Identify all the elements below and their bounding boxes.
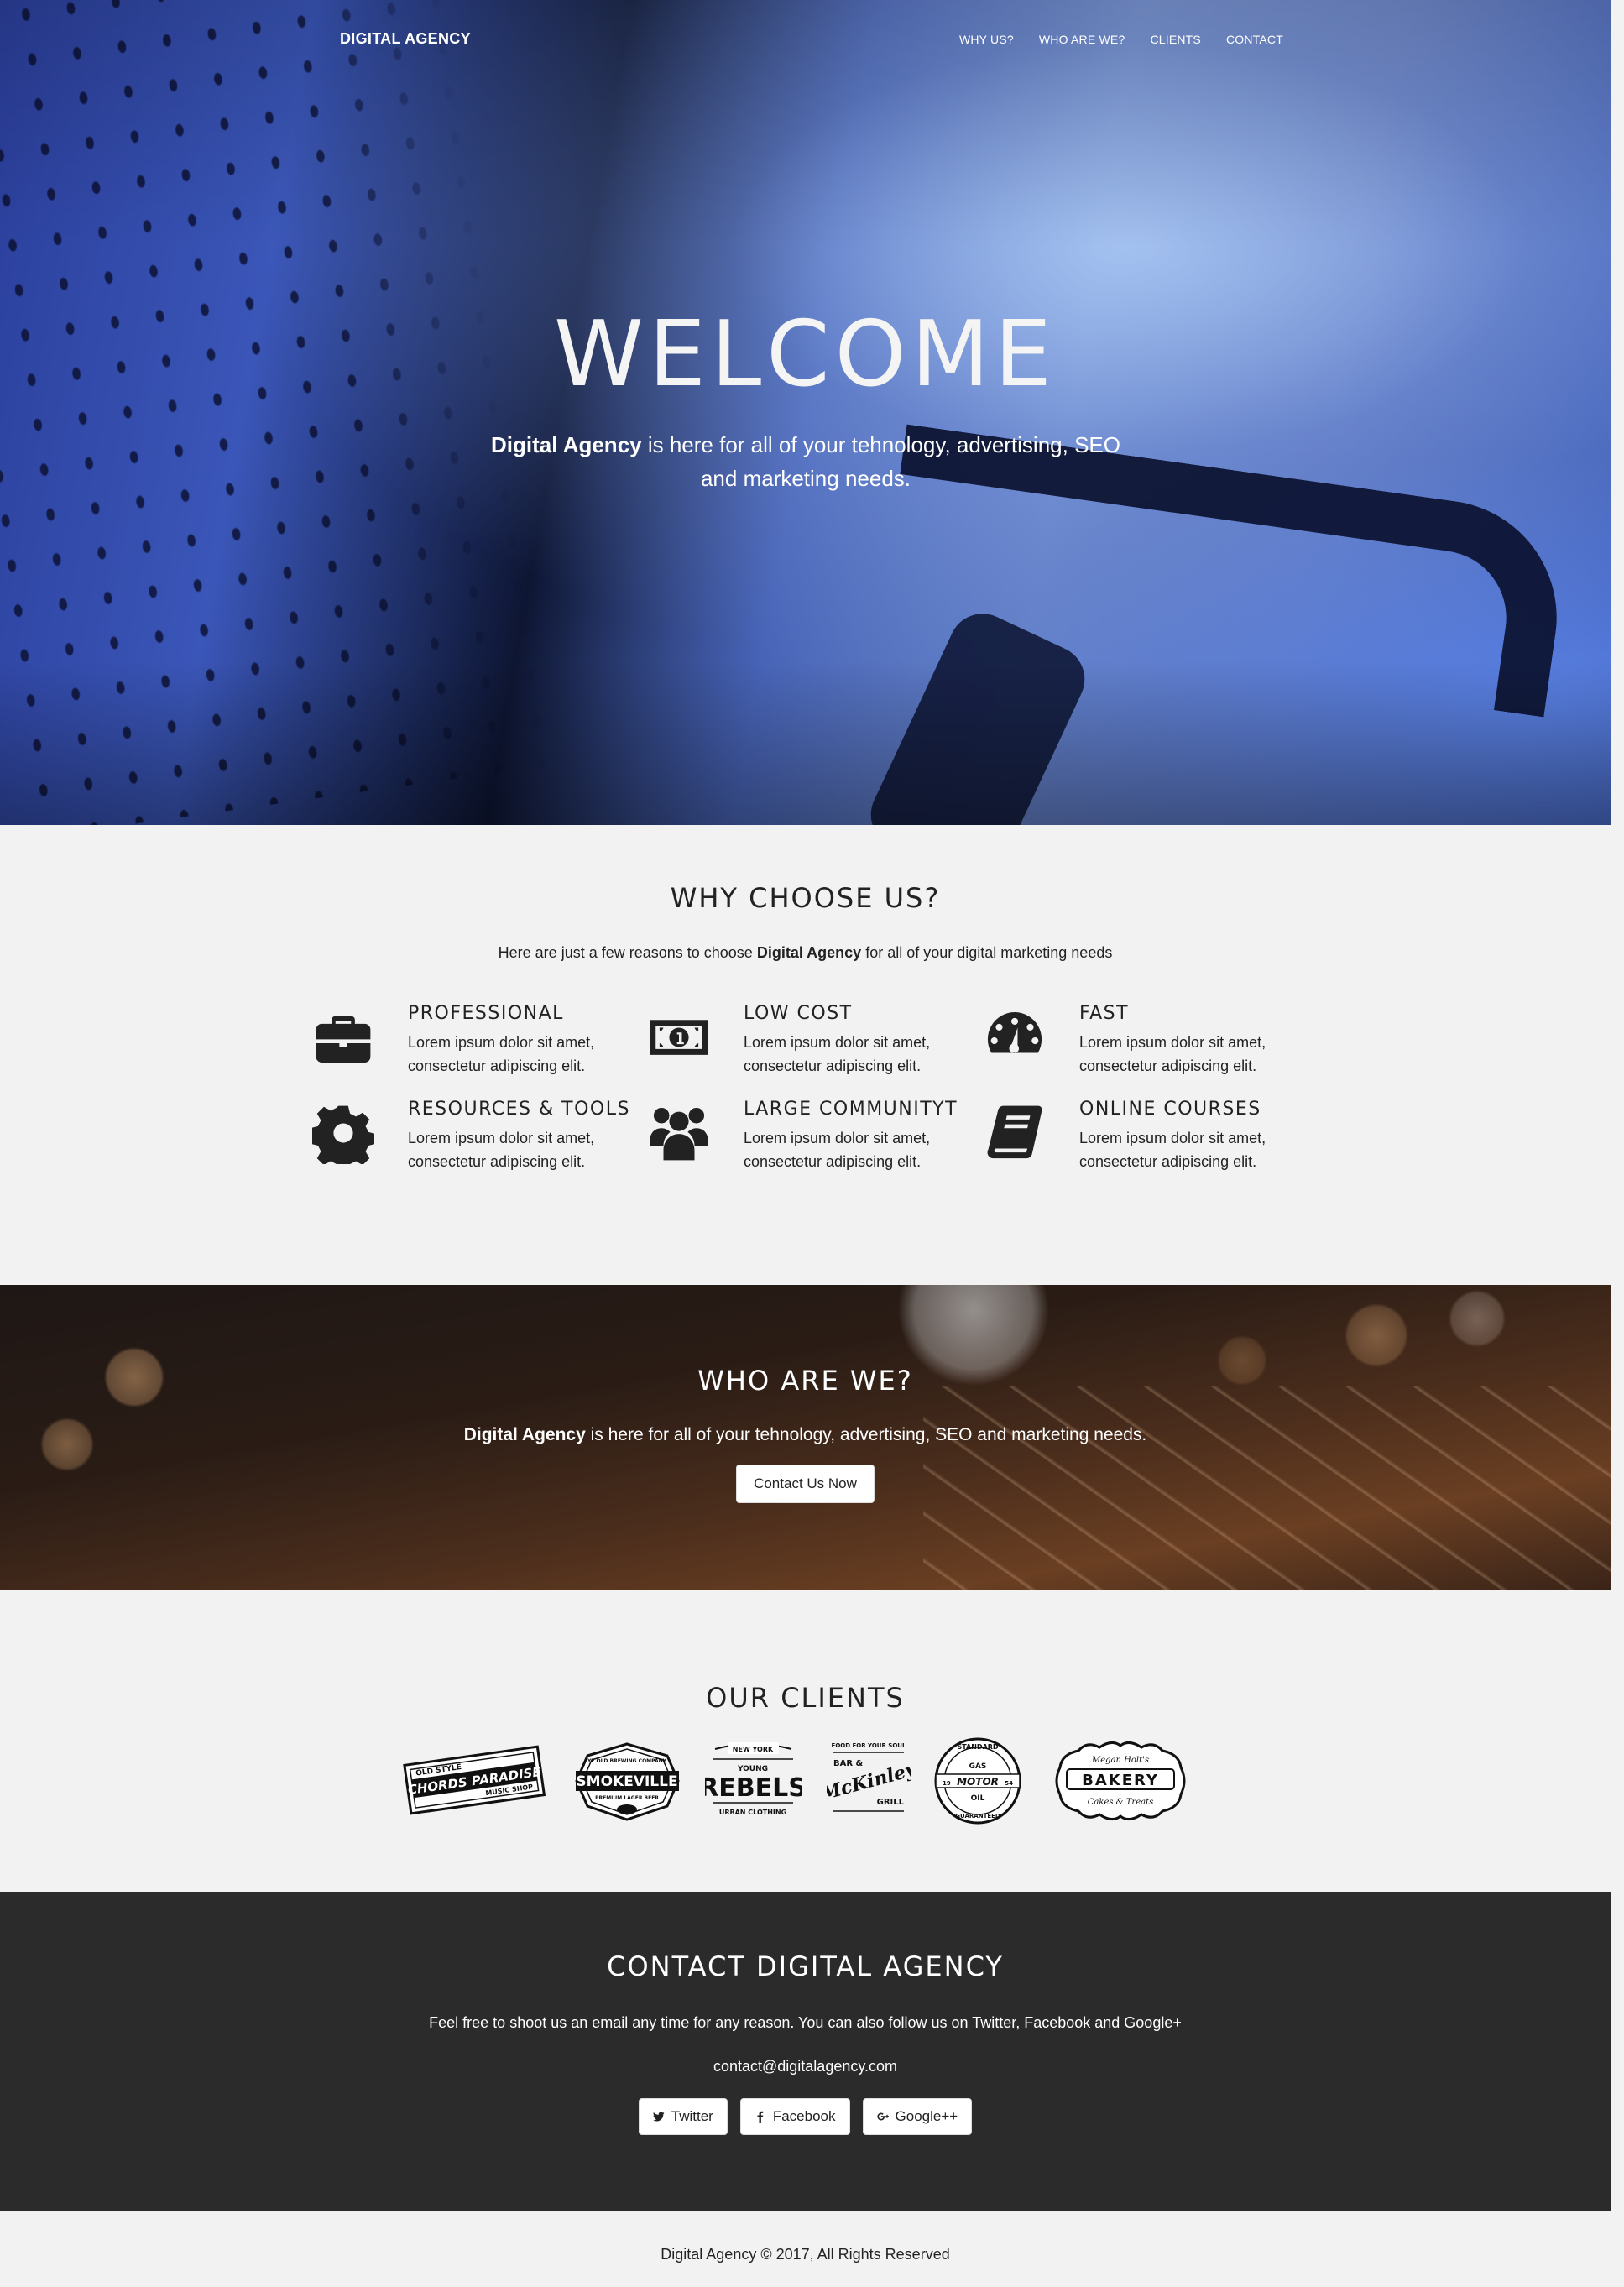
feature-description: Lorem ipsum dolor sit amet, consectetur … <box>744 1034 931 1074</box>
who-text-brand: Digital Agency <box>463 1425 586 1444</box>
brand-logo-link[interactable]: DIGITAL AGENCY <box>340 30 471 48</box>
logo-text-main: MOTOR <box>957 1776 999 1788</box>
feature-fast: FAST Lorem ipsum dolor sit amet, consect… <box>982 1001 1301 1074</box>
contact-us-now-button[interactable]: Contact Us Now <box>736 1465 875 1503</box>
logo-text-left: 19 <box>943 1780 951 1787</box>
contact-email-link[interactable]: contact@digitalagency.com <box>0 2058 1611 2076</box>
book-icon <box>982 1097 1079 1169</box>
briefcase-icon <box>311 1001 408 1073</box>
logo-text-top: FOOD FOR YOUR SOUL <box>832 1742 906 1749</box>
nav-link-clients[interactable]: CLIENTS <box>1150 33 1201 46</box>
contact-text: Feel free to shoot us an email any time … <box>429 2014 1182 2031</box>
why-title: WHY CHOOSE US? <box>670 882 941 914</box>
feature-resources-tools: RESOURCES & TOOLS Lorem ipsum dolor sit … <box>311 1097 646 1170</box>
feature-professional: PROFESSIONAL Lorem ipsum dolor sit amet,… <box>311 1001 646 1074</box>
hero-tagline-rest: is here for all of your tehnology, adver… <box>641 432 1120 491</box>
why-intro-post: for all of your digital marketing needs <box>861 944 1113 961</box>
hero-title: WELCOME <box>553 302 1057 407</box>
who-text-rest: is here for all of your tehnology, adver… <box>585 1425 1147 1444</box>
feature-large-community: LARGE COMMUNITYT Lorem ipsum dolor sit a… <box>646 1097 982 1170</box>
facebook-button-label: Facebook <box>772 2108 836 2124</box>
client-logos: OLD STYLE CHORDS PARADISE MUSIC SHOP YE … <box>399 1737 1188 1830</box>
logo-text-main: SMOKEVILLE <box>576 1773 677 1790</box>
feature-title: ONLINE COURSES <box>1079 1099 1261 1120</box>
feature-title: RESOURCES & TOOLS <box>408 1099 630 1120</box>
top-navbar: DIGITAL AGENCY WHY US? WHO ARE WE? CLIEN… <box>0 30 1611 50</box>
contact-section: CONTACT DIGITAL AGENCY Feel free to shoo… <box>0 1892 1611 2211</box>
feature-online-courses: ONLINE COURSES Lorem ipsum dolor sit ame… <box>982 1097 1301 1170</box>
hero-overlay <box>0 0 1611 825</box>
users-icon <box>646 1097 744 1169</box>
facebook-icon <box>757 2111 764 2123</box>
why-intro-pre: Here are just a few reasons to choose <box>498 944 757 961</box>
logo-text-main: REBELS <box>705 1773 802 1803</box>
logo-text-sub: Cakes & Treats <box>1088 1798 1153 1807</box>
nav-link-why-us[interactable]: WHY US? <box>959 33 1014 46</box>
who-text: Digital Agency is here for all of your t… <box>0 1425 1611 1445</box>
why-intro-brand: Digital Agency <box>756 944 862 961</box>
hero-tagline-brand: Digital Agency <box>490 432 642 457</box>
clients-section: OUR CLIENTS OLD STYLE CHORDS PARADISE MU… <box>0 1590 1611 1892</box>
google-plus-icon <box>876 2112 889 2121</box>
hero-section: DIGITAL AGENCY WHY US? WHO ARE WE? CLIEN… <box>0 0 1611 825</box>
feature-description: Lorem ipsum dolor sit amet, consectetur … <box>1079 1130 1266 1170</box>
dashboard-icon <box>982 1001 1079 1073</box>
footer-copyright: Digital Agency © 2017, All Rights Reserv… <box>661 2246 950 2263</box>
scrollbar-gutter <box>1611 0 1624 2287</box>
feature-title: FAST <box>1079 1003 1130 1024</box>
twitter-icon <box>652 2112 665 2122</box>
client-logo-chords-paradise: OLD STYLE CHORDS PARADISE MUSIC SHOP <box>399 1737 550 1821</box>
logo-text-b: OIL <box>971 1794 985 1803</box>
google-plus-button[interactable]: Google++ <box>862 2098 973 2135</box>
nav-link-who-are-we[interactable]: WHO ARE WE? <box>1039 33 1125 46</box>
nav-link-contact[interactable]: CONTACT <box>1226 33 1283 46</box>
feature-title: LOW COST <box>744 1003 853 1024</box>
feature-title: PROFESSIONAL <box>408 1003 564 1024</box>
twitter-button-label: Twitter <box>671 2108 713 2124</box>
logo-text-sub: GRILL <box>877 1798 905 1807</box>
logo-text-sub: PREMIUM LAGER BEER <box>595 1795 659 1801</box>
logo-text-main: BAKERY <box>1082 1772 1159 1789</box>
why-section: WHY CHOOSE US? Here are just a few reaso… <box>0 825 1611 1285</box>
money-icon <box>646 1001 744 1073</box>
logo-text-sub: URBAN CLOTHING <box>719 1809 786 1816</box>
feature-description: Lorem ipsum dolor sit amet, consectetur … <box>744 1130 931 1170</box>
client-logo-mckinley: FOOD FOR YOUR SOUL BAR & McKinley GRILL <box>827 1737 911 1825</box>
logo-text-top: STANDARD <box>957 1743 998 1751</box>
footer: Digital Agency © 2017, All Rights Reserv… <box>0 2211 1611 2287</box>
feature-description: Lorem ipsum dolor sit amet, consectetur … <box>1079 1034 1266 1074</box>
feature-description: Lorem ipsum dolor sit amet, consectetur … <box>408 1130 595 1170</box>
why-intro: Here are just a few reasons to choose Di… <box>0 944 1611 962</box>
hero-tagline: Digital Agency is here for all of your t… <box>470 428 1141 495</box>
who-title: WHO ARE WE? <box>697 1365 913 1397</box>
who-section: WHO ARE WE? Digital Agency is here for a… <box>0 1285 1611 1590</box>
logo-text-pre: BAR & <box>833 1759 864 1768</box>
facebook-button[interactable]: Facebook <box>739 2098 850 2135</box>
gear-icon <box>311 1097 408 1169</box>
who-background-light-streaks <box>923 1386 1611 1590</box>
logo-text-right: 54 <box>1005 1780 1013 1787</box>
logo-text-sub: GUARANTEED <box>955 1813 1000 1820</box>
feature-low-cost: LOW COST Lorem ipsum dolor sit amet, con… <box>646 1001 982 1074</box>
logo-text-top: Megan Holt's <box>1091 1756 1149 1765</box>
client-logo-smokeville: YE OLD BREWING COMPANY SMOKEVILLE PREMIU… <box>571 1737 684 1825</box>
social-buttons: Twitter Facebook Google++ <box>0 2098 1611 2135</box>
nav-links: WHY US? WHO ARE WE? CLIENTS CONTACT <box>959 33 1283 46</box>
logo-text-mid: YOUNG <box>737 1765 768 1773</box>
client-logo-motor-oil: STANDARD GAS MOTOR 19 54 OIL GUARANTEED <box>932 1737 1024 1825</box>
logo-text-a: GAS <box>969 1762 987 1771</box>
logo-text-top: NEW YORK <box>733 1746 774 1753</box>
twitter-button[interactable]: Twitter <box>638 2098 728 2135</box>
feature-title: LARGE COMMUNITYT <box>744 1099 958 1120</box>
google-plus-button-label: Google++ <box>895 2108 958 2124</box>
clients-title: OUR CLIENTS <box>706 1682 905 1714</box>
logo-text-top: YE OLD BREWING COMPANY <box>587 1758 667 1764</box>
contact-title: CONTACT DIGITAL AGENCY <box>607 1950 1004 1982</box>
client-logo-young-rebels: NEW YORK YOUNG REBELS URBAN CLOTHING <box>705 1737 802 1825</box>
client-logo-bakery: Megan Holt's BAKERY Cakes & Treats <box>1053 1737 1188 1825</box>
page: DIGITAL AGENCY WHY US? WHO ARE WE? CLIEN… <box>0 0 1611 2287</box>
features-grid: PROFESSIONAL Lorem ipsum dolor sit amet,… <box>311 1001 1301 1170</box>
feature-description: Lorem ipsum dolor sit amet, consectetur … <box>408 1034 595 1074</box>
